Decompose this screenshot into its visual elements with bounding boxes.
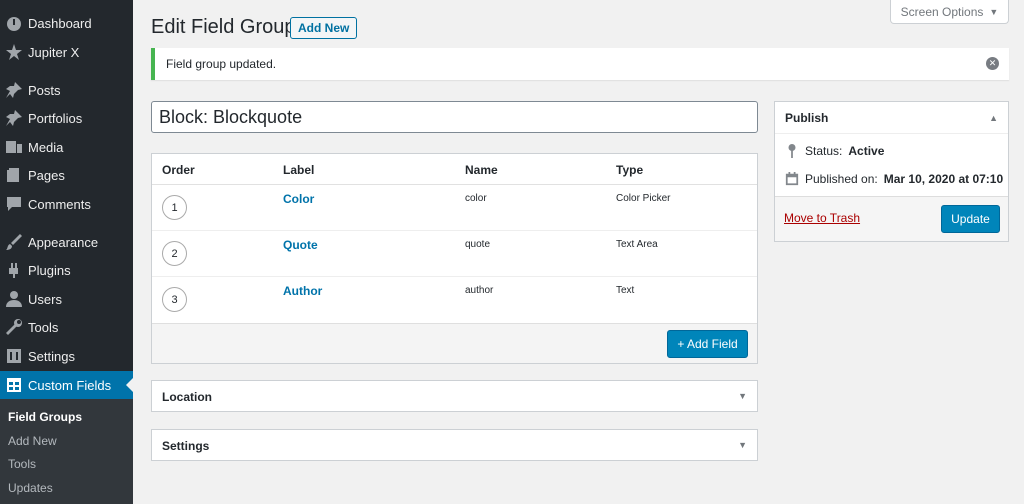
sidebar-item-label: Media xyxy=(28,139,64,155)
sidebar-item-custom-fields[interactable]: Custom Fields xyxy=(0,371,133,399)
screen-options-label: Screen Options xyxy=(900,4,984,19)
location-postbox[interactable]: Location ▼ xyxy=(151,380,758,412)
sidebar-item-tools[interactable]: Tools xyxy=(0,313,133,341)
dashboard-icon xyxy=(0,15,28,31)
sidebar-item-pages[interactable]: Pages xyxy=(0,161,133,189)
media-icon xyxy=(0,139,28,155)
publish-header: Publish ▲ xyxy=(775,102,1008,134)
submenu-item-add-new[interactable]: Add New xyxy=(8,434,57,448)
field-order-handle[interactable]: 2 xyxy=(162,241,187,266)
sidebar-item-label: Plugins xyxy=(28,262,71,278)
pin-icon xyxy=(0,110,28,126)
field-group-title-input[interactable] xyxy=(151,101,758,133)
field-label-link[interactable]: Quote xyxy=(283,238,318,252)
column-header-order: Order xyxy=(162,163,195,177)
field-order-handle[interactable]: 3 xyxy=(162,287,187,312)
sidebar-item-label: Posts xyxy=(28,82,61,98)
user-icon xyxy=(0,291,28,307)
publish-date: Published on: Mar 10, 2020 at 07:10 xyxy=(785,172,1003,186)
field-type: Text xyxy=(616,285,635,296)
sidebar-item-label: Pages xyxy=(28,167,65,183)
field-order-handle[interactable]: 1 xyxy=(162,195,187,220)
location-title: Location xyxy=(162,390,212,404)
sidebar-item-comments[interactable]: Comments xyxy=(0,190,133,218)
toggle-arrow-icon[interactable]: ▼ xyxy=(738,391,747,401)
update-button[interactable]: Update xyxy=(941,205,1000,233)
sidebar-item-users[interactable]: Users xyxy=(0,285,133,313)
sidebar-item-label: Jupiter X xyxy=(28,44,80,60)
wrench-icon xyxy=(0,319,28,335)
custom-fields-submenu: Field Groups Add New Tools Updates xyxy=(0,399,133,504)
published-value: Mar 10, 2020 at 07:10 xyxy=(883,172,1004,186)
field-name: author xyxy=(465,285,494,296)
admin-sidebar: Dashboard Jupiter X Posts Portfolios Med… xyxy=(0,0,133,504)
screen-options-toggle[interactable]: Screen Options ▼ xyxy=(890,0,1009,24)
publish-status: Status: Active xyxy=(785,144,884,158)
sidebar-item-jupiter-x[interactable]: Jupiter X xyxy=(0,38,133,66)
field-type: Text Area xyxy=(616,239,658,250)
table-row: 3 Author author Text xyxy=(152,277,757,323)
submenu-item-tools[interactable]: Tools xyxy=(8,457,36,471)
table-row: 1 Color color Color Picker xyxy=(152,185,757,231)
star-icon xyxy=(0,44,28,60)
sidebar-item-label: Appearance xyxy=(28,234,99,250)
pin-icon xyxy=(788,144,796,158)
sidebar-item-dashboard[interactable]: Dashboard xyxy=(0,9,133,37)
sidebar-item-appearance[interactable]: Appearance xyxy=(0,228,133,256)
page-title: Edit Field Group xyxy=(151,16,296,38)
field-type: Color Picker xyxy=(616,193,671,204)
field-name: quote xyxy=(465,239,491,250)
publish-actions: Move to Trash Update xyxy=(775,196,1008,241)
publish-postbox: Publish ▲ Status: Active Published on: M… xyxy=(774,101,1009,242)
dismiss-icon[interactable]: ✕ xyxy=(986,57,999,70)
pages-icon xyxy=(0,167,28,183)
field-name: color xyxy=(465,193,487,204)
publish-title: Publish xyxy=(785,111,829,125)
field-label-link[interactable]: Author xyxy=(283,284,322,298)
sidebar-item-label: Tools xyxy=(28,319,59,335)
sidebar-item-posts[interactable]: Posts xyxy=(0,76,133,104)
add-new-button[interactable]: Add New xyxy=(290,17,358,39)
settings-postbox[interactable]: Settings ▼ xyxy=(151,429,758,461)
table-icon xyxy=(0,377,28,393)
fields-table-footer: + Add Field xyxy=(152,323,757,363)
fields-table-header: Order Label Name Type xyxy=(152,154,757,185)
settings-title: Settings xyxy=(162,439,210,453)
sidebar-item-label: Users xyxy=(28,291,62,307)
column-header-type: Type xyxy=(616,163,644,177)
sidebar-item-label: Portfolios xyxy=(28,110,83,126)
status-label: Status: xyxy=(805,144,843,158)
toggle-arrow-icon[interactable]: ▲ xyxy=(989,113,998,123)
column-header-name: Name xyxy=(465,163,498,177)
sidebar-item-portfolios[interactable]: Portfolios xyxy=(0,104,133,132)
sidebar-item-label: Comments xyxy=(28,196,91,212)
toggle-arrow-icon[interactable]: ▼ xyxy=(738,440,747,450)
sidebar-item-label: Settings xyxy=(28,348,75,364)
fields-table: Order Label Name Type 1 Color color Colo… xyxy=(151,153,758,364)
calendar-icon xyxy=(785,172,799,186)
active-menu-arrow xyxy=(126,378,133,392)
sidebar-item-label: Dashboard xyxy=(28,15,92,31)
add-field-button[interactable]: + Add Field xyxy=(667,330,748,358)
comment-icon xyxy=(0,196,28,212)
success-notice: Field group updated. ✕ xyxy=(151,48,1009,80)
sidebar-item-plugins[interactable]: Plugins xyxy=(0,256,133,284)
status-value: Active xyxy=(848,144,885,158)
sidebar-item-label: Custom Fields xyxy=(28,377,112,393)
field-label-link[interactable]: Color xyxy=(283,192,314,206)
brush-icon xyxy=(0,234,28,250)
settings-icon xyxy=(0,348,28,364)
table-row: 2 Quote quote Text Area xyxy=(152,231,757,277)
sidebar-item-media[interactable]: Media xyxy=(0,133,133,161)
submenu-item-field-groups[interactable]: Field Groups xyxy=(8,410,82,424)
sidebar-item-settings[interactable]: Settings xyxy=(0,342,133,370)
notice-text: Field group updated. xyxy=(166,57,277,71)
pin-icon xyxy=(0,82,28,98)
move-to-trash-link[interactable]: Move to Trash xyxy=(784,211,860,225)
column-header-label: Label xyxy=(283,163,315,177)
published-label: Published on: xyxy=(805,172,878,186)
submenu-item-updates[interactable]: Updates xyxy=(8,481,53,495)
caret-down-icon: ▼ xyxy=(989,6,999,17)
plugin-icon xyxy=(0,262,28,278)
